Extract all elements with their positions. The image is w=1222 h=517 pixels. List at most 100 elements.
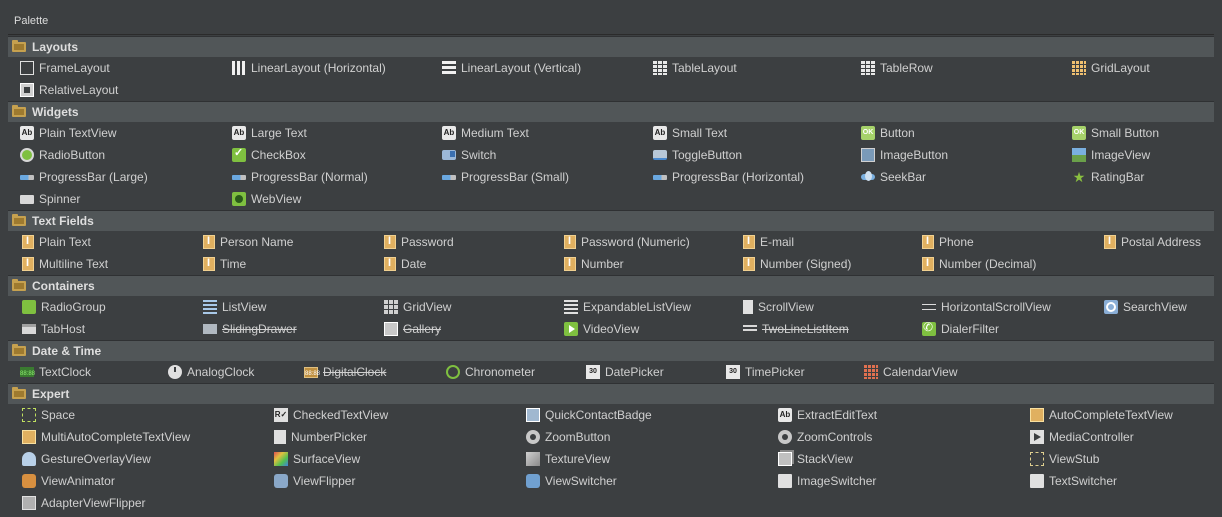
palette-item-mediacontroller[interactable]: MediaController — [1030, 426, 1134, 448]
palette-item-viewstub[interactable]: ViewStub — [1030, 448, 1099, 470]
palette-item-viewflipper[interactable]: ViewFlipper — [274, 470, 355, 492]
palette-item-webview[interactable]: WebView — [232, 188, 301, 210]
palette-item-relativelayout[interactable]: RelativeLayout — [20, 79, 118, 101]
palette-item-scrollview[interactable]: ScrollView — [743, 296, 814, 318]
video-play-icon — [564, 322, 578, 336]
palette-item-multiautocompletetextview[interactable]: MultiAutoCompleteTextView — [22, 426, 190, 448]
palette-item-tablelayout[interactable]: TableLayout — [653, 57, 737, 79]
palette-item-extractedittext[interactable]: Ab ExtractEditText — [778, 404, 877, 426]
palette-item-large-text[interactable]: Ab Large Text — [232, 122, 307, 144]
palette-item-tabhost[interactable]: TabHost — [22, 318, 85, 340]
palette-item-videoview[interactable]: VideoView — [564, 318, 639, 340]
palette-item-email[interactable]: E-mail — [743, 231, 794, 253]
palette-item-twolinelistitem[interactable]: TwoLineListItem — [743, 318, 849, 340]
palette-item-expandablelistview[interactable]: ExpandableListView — [564, 296, 691, 318]
palette-item-searchview[interactable]: SearchView — [1104, 296, 1187, 318]
palette-item-number-signed[interactable]: Number (Signed) — [743, 253, 851, 275]
palette-item-number[interactable]: Number — [564, 253, 624, 275]
palette-item-progressbar-horizontal[interactable]: ProgressBar (Horizontal) — [653, 166, 804, 188]
palette-item-ratingbar[interactable]: ★ RatingBar — [1072, 166, 1145, 188]
palette-item-togglebutton[interactable]: ToggleButton — [653, 144, 742, 166]
palette-item-listview[interactable]: ListView — [203, 296, 266, 318]
palette-item-viewanimator[interactable]: ViewAnimator — [22, 470, 115, 492]
phone-icon — [922, 320, 936, 336]
palette-item-chronometer[interactable]: Chronometer — [446, 361, 535, 383]
palette-item-gridlayout[interactable]: GridLayout — [1072, 57, 1150, 79]
palette-item-number-decimal[interactable]: Number (Decimal) — [922, 253, 1036, 275]
item-label: ProgressBar (Horizontal) — [672, 170, 805, 184]
palette-item-plain-textview[interactable]: Ab Plain TextView — [20, 122, 117, 144]
palette-item-small-button[interactable]: OK Small Button — [1072, 122, 1159, 144]
palette-item-gallery[interactable]: Gallery — [384, 318, 441, 340]
item-label: MediaController — [1049, 430, 1134, 444]
palette-item-adapterviewflipper[interactable]: AdapterViewFlipper — [22, 492, 146, 514]
palette-item-password[interactable]: Password — [384, 231, 454, 253]
section-header-expert[interactable]: Expert — [8, 383, 1214, 404]
palette-item-spinner[interactable]: Spinner — [20, 188, 80, 210]
palette-item-textureview[interactable]: TextureView — [526, 448, 610, 470]
checkbox-icon — [232, 146, 246, 162]
palette-item-date[interactable]: Date — [384, 253, 426, 275]
palette-item-timepicker[interactable]: 30 TimePicker — [726, 361, 805, 383]
palette-item-zoombutton[interactable]: ZoomButton — [526, 426, 610, 448]
text-switcher-icon — [1030, 474, 1044, 488]
section-header-date-time[interactable]: Date & Time — [8, 340, 1214, 361]
palette-item-surfaceview[interactable]: SurfaceView — [274, 448, 360, 470]
palette-item-button[interactable]: OK Button — [861, 122, 915, 144]
palette-item-checkedtextview[interactable]: R✓ CheckedTextView — [274, 404, 388, 426]
palette-item-checkbox[interactable]: CheckBox — [232, 144, 306, 166]
palette-item-horizontalscrollview[interactable]: HorizontalScrollView — [922, 296, 1051, 318]
palette-item-textclock[interactable]: 88:88 TextClock — [20, 361, 91, 383]
palette-item-gestureoverlayview[interactable]: GestureOverlayView — [22, 448, 151, 470]
palette-item-medium-text[interactable]: Ab Medium Text — [442, 122, 529, 144]
scroll-view-icon — [743, 300, 753, 314]
palette-item-textswitcher[interactable]: TextSwitcher — [1030, 470, 1117, 492]
item-label: Space — [41, 408, 76, 422]
palette-item-phone[interactable]: Phone — [922, 231, 974, 253]
palette-item-person-name[interactable]: Person Name — [203, 231, 293, 253]
palette-item-stackview[interactable]: StackView — [778, 448, 853, 470]
palette-item-password-numeric[interactable]: Password (Numeric) — [564, 231, 690, 253]
palette-item-small-text[interactable]: Ab Small Text — [653, 122, 727, 144]
section-header-layouts[interactable]: Layouts — [8, 36, 1214, 57]
text-field-icon — [22, 257, 34, 271]
palette-item-imageswitcher[interactable]: ImageSwitcher — [778, 470, 876, 492]
palette-item-gridview[interactable]: GridView — [384, 296, 451, 318]
palette-item-analogclock[interactable]: AnalogClock — [168, 361, 254, 383]
palette-item-progressbar-small[interactable]: ProgressBar (Small) — [442, 166, 569, 188]
section-header-containers[interactable]: Containers — [8, 275, 1214, 296]
palette-item-seekbar[interactable]: SeekBar — [861, 166, 926, 188]
palette-item-linearlayout-vertical[interactable]: LinearLayout (Vertical) — [442, 57, 581, 79]
palette-item-progressbar-large[interactable]: ProgressBar (Large) — [20, 166, 148, 188]
palette-item-quickcontactbadge[interactable]: QuickContactBadge — [526, 404, 652, 426]
palette-item-calendarview[interactable]: CalendarView — [864, 361, 958, 383]
palette-item-datepicker[interactable]: 30 DatePicker — [586, 361, 664, 383]
palette-item-numberpicker[interactable]: NumberPicker — [274, 426, 367, 448]
section-containers: Containers RadioGroup ListView GridView … — [8, 275, 1214, 340]
palette-item-autocompletetextview[interactable]: AutoCompleteTextView — [1030, 404, 1173, 426]
palette-item-tablerow[interactable]: TableRow — [861, 57, 933, 79]
palette-item-space[interactable]: Space — [22, 404, 75, 426]
palette-item-digitalclock[interactable]: 88:88 DigitalClock — [304, 361, 386, 383]
palette-item-switch[interactable]: Switch — [442, 144, 496, 166]
palette-item-dialerfilter[interactable]: DialerFilter — [922, 318, 999, 340]
palette-item-zoomcontrols[interactable]: ZoomControls — [778, 426, 872, 448]
palette-item-progressbar-normal[interactable]: ProgressBar (Normal) — [232, 166, 368, 188]
palette-item-radiogroup[interactable]: RadioGroup — [22, 296, 106, 318]
palette-item-imageview[interactable]: ImageView — [1072, 144, 1150, 166]
palette-item-linearlayout-horizontal[interactable]: LinearLayout (Horizontal) — [232, 57, 386, 79]
palette-item-time[interactable]: Time — [203, 253, 246, 275]
palette-item-postal-address[interactable]: Postal Address — [1104, 231, 1201, 253]
palette-item-radiobutton[interactable]: RadioButton — [20, 144, 105, 166]
section-header-text-fields[interactable]: Text Fields — [8, 210, 1214, 231]
palette-item-multiline-text[interactable]: Multiline Text — [22, 253, 108, 275]
item-label: MultiAutoCompleteTextView — [41, 430, 191, 444]
palette-item-viewswitcher[interactable]: ViewSwitcher — [526, 470, 617, 492]
section-header-widgets[interactable]: Widgets — [8, 101, 1214, 122]
palette-item-imagebutton[interactable]: ImageButton — [861, 144, 948, 166]
palette-item-plain-text[interactable]: Plain Text — [22, 231, 91, 253]
palette-item-slidingdrawer[interactable]: SlidingDrawer — [203, 318, 297, 340]
palette-item-framelayout[interactable]: FrameLayout — [20, 57, 110, 79]
folder-icon — [12, 214, 26, 226]
text-field-icon — [1104, 235, 1116, 249]
